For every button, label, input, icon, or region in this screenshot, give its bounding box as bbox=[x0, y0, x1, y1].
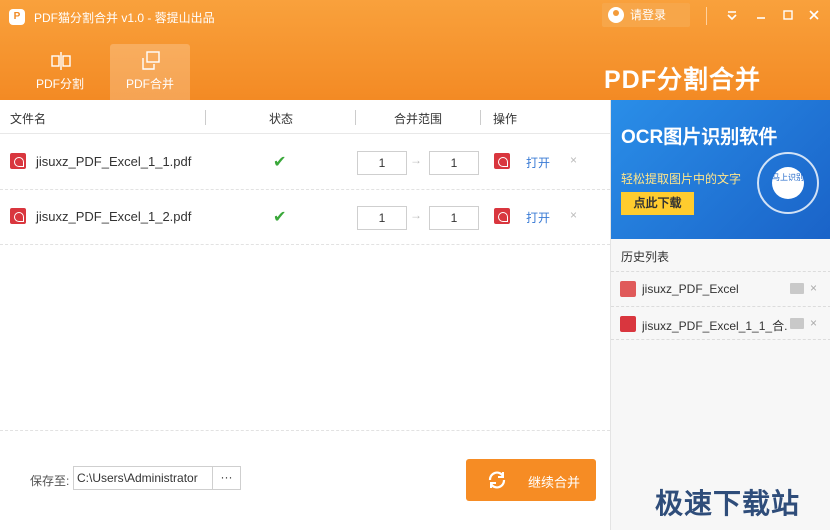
pdf-open-icon[interactable] bbox=[494, 208, 510, 224]
minimize-icon[interactable] bbox=[751, 7, 771, 27]
range-to-input[interactable]: 1 bbox=[429, 151, 479, 175]
brand-title: PDF分割合并 bbox=[604, 66, 762, 94]
delete-row-icon[interactable]: × bbox=[570, 208, 577, 222]
range-arrow-icon: → bbox=[410, 153, 422, 167]
delete-row-icon[interactable]: × bbox=[570, 153, 577, 167]
history-title: 历史列表 bbox=[621, 250, 670, 264]
header-divider bbox=[480, 110, 481, 125]
title-bar: P PDF猫分割合并 v1.0 - 蓉提山出品 请登录 bbox=[0, 0, 830, 34]
close-icon[interactable] bbox=[804, 7, 824, 27]
pdf-file-icon bbox=[620, 316, 636, 332]
maximize-icon[interactable] bbox=[778, 7, 798, 27]
pdf-file-icon bbox=[10, 208, 26, 224]
range-to-input[interactable]: 1 bbox=[429, 206, 479, 230]
ad-subtitle: 轻松提取图片中的文字 bbox=[621, 172, 742, 186]
login-label: 请登录 bbox=[630, 8, 667, 22]
open-link[interactable]: 打开 bbox=[526, 209, 550, 226]
tab-pdf-split[interactable]: PDF分割 bbox=[20, 44, 100, 100]
history-item[interactable]: jisuxz_PDF_Excel × bbox=[611, 271, 830, 305]
file-name: jisuxz_PDF_Excel_1_1.pdf bbox=[36, 154, 192, 169]
pdf-open-icon[interactable] bbox=[494, 153, 510, 169]
tab-label-split: PDF分割 bbox=[35, 77, 84, 91]
history-item[interactable]: jisuxz_PDF_Excel_1_1_合... × bbox=[611, 306, 830, 340]
folder-icon[interactable] bbox=[790, 283, 804, 294]
delete-history-icon[interactable]: × bbox=[810, 316, 817, 330]
delete-history-icon[interactable]: × bbox=[810, 281, 817, 295]
watermark-logo: 极速下载站 bbox=[655, 488, 801, 519]
file-name: jisuxz_PDF_Excel_1_2.pdf bbox=[36, 209, 192, 224]
folder-icon[interactable] bbox=[790, 318, 804, 329]
tab-label-merge: PDF合并 bbox=[125, 77, 174, 91]
header-divider bbox=[205, 110, 206, 125]
menu-dropdown-icon[interactable] bbox=[722, 7, 742, 27]
range-from-input[interactable]: 1 bbox=[357, 151, 407, 175]
window-title: PDF猫分割合并 v1.0 - 蓉提山出品 bbox=[34, 11, 215, 25]
merge-icon bbox=[142, 51, 160, 70]
header-divider bbox=[355, 110, 356, 125]
ad-title: OCR图片识别软件 bbox=[621, 127, 778, 148]
continue-merge-label: 继续合并 bbox=[528, 475, 581, 490]
header-action: 操作 bbox=[493, 112, 518, 126]
split-icon bbox=[51, 52, 71, 70]
login-button[interactable]: 请登录 bbox=[602, 3, 690, 27]
save-to-label: 保存至: bbox=[30, 474, 70, 488]
footer-divider bbox=[0, 430, 610, 431]
scan-circle-icon: 马上识别 bbox=[757, 152, 819, 214]
ad-download-button[interactable]: 点此下载 bbox=[621, 192, 694, 215]
ocr-ad-banner[interactable]: OCR图片识别软件 轻松提取图片中的文字 点此下载 马上识别 bbox=[611, 100, 830, 239]
table-header: 文件名 状态 合并范围 操作 bbox=[0, 100, 610, 134]
open-link[interactable]: 打开 bbox=[526, 154, 550, 171]
user-icon bbox=[608, 7, 624, 23]
continue-merge-button[interactable]: 继续合并 bbox=[466, 459, 596, 501]
image-file-icon bbox=[620, 281, 636, 297]
history-item-label: jisuxz_PDF_Excel bbox=[642, 282, 739, 296]
table-row[interactable]: jisuxz_PDF_Excel_1_1.pdf ✔ 1 → 1 打开 × bbox=[0, 135, 610, 190]
titlebar-divider bbox=[706, 7, 707, 25]
app-header: P PDF猫分割合并 v1.0 - 蓉提山出品 请登录 PDF分割 PDF合并 … bbox=[0, 0, 830, 100]
range-from-input[interactable]: 1 bbox=[357, 206, 407, 230]
range-arrow-icon: → bbox=[410, 208, 422, 222]
refresh-icon bbox=[488, 471, 506, 489]
save-path-input[interactable]: C:\Users\Administrator bbox=[73, 466, 213, 490]
browse-button[interactable]: ··· bbox=[212, 466, 241, 490]
app-logo-icon: P bbox=[9, 9, 25, 25]
header-range: 合并范围 bbox=[394, 112, 443, 126]
ad-badge: 马上识别 bbox=[772, 167, 804, 199]
header-status: 状态 bbox=[269, 112, 294, 126]
tab-pdf-merge[interactable]: PDF合并 bbox=[110, 44, 190, 100]
side-panel: OCR图片识别软件 轻松提取图片中的文字 点此下载 马上识别 历史列表 jisu… bbox=[610, 100, 830, 530]
status-check-icon: ✔ bbox=[273, 209, 287, 226]
header-filename: 文件名 bbox=[10, 112, 47, 126]
history-item-label: jisuxz_PDF_Excel_1_1_合... bbox=[642, 319, 787, 333]
pdf-file-icon bbox=[10, 153, 26, 169]
status-check-icon: ✔ bbox=[273, 154, 287, 171]
table-row[interactable]: jisuxz_PDF_Excel_1_2.pdf ✔ 1 → 1 打开 × bbox=[0, 190, 610, 245]
file-list-panel: 文件名 状态 合并范围 操作 jisuxz_PDF_Excel_1_1.pdf … bbox=[0, 100, 610, 530]
